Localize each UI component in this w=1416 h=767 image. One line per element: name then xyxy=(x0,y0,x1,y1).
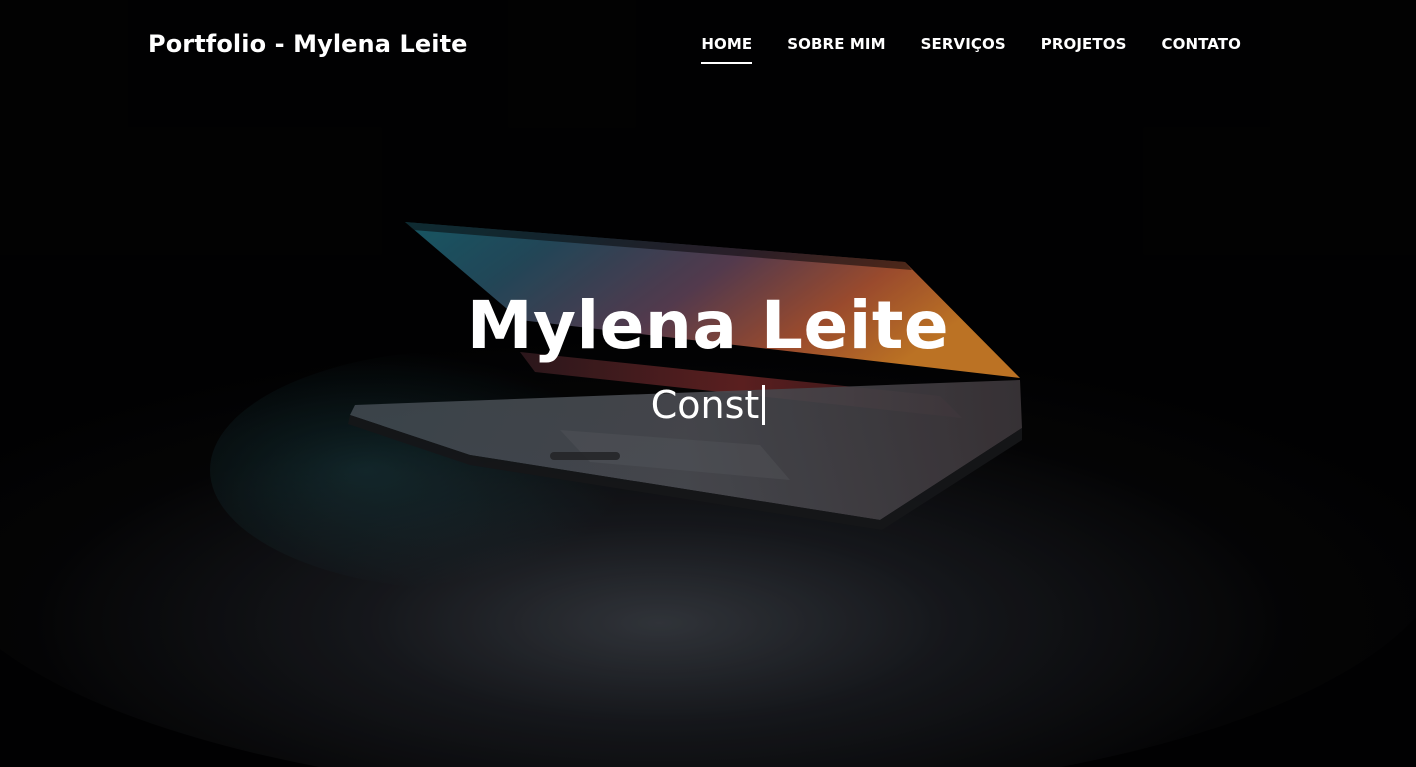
main-nav: HOME SOBRE MIM SERVIÇOS PROJETOS CONTATO xyxy=(701,35,1241,64)
nav-item-servicos[interactable]: SERVIÇOS xyxy=(921,35,1006,53)
nav-item-contato[interactable]: CONTATO xyxy=(1161,35,1241,53)
hero-typed-text-wrapper: Const xyxy=(650,382,766,427)
portfolio-page: Portfolio - Mylena Leite HOME SOBRE MIM … xyxy=(0,0,1416,767)
hero-section: Mylena Leite Const xyxy=(0,287,1416,427)
site-brand[interactable]: Portfolio - Mylena Leite xyxy=(148,30,468,58)
site-header: Portfolio - Mylena Leite HOME SOBRE MIM … xyxy=(0,0,1416,90)
nav-item-home[interactable]: HOME xyxy=(701,35,752,64)
nav-item-sobre-mim[interactable]: SOBRE MIM xyxy=(787,35,885,53)
hero-typed-text: Const xyxy=(650,382,760,427)
hero-title: Mylena Leite xyxy=(466,287,950,364)
nav-item-projetos[interactable]: PROJETOS xyxy=(1041,35,1127,53)
typed-cursor xyxy=(762,385,766,426)
